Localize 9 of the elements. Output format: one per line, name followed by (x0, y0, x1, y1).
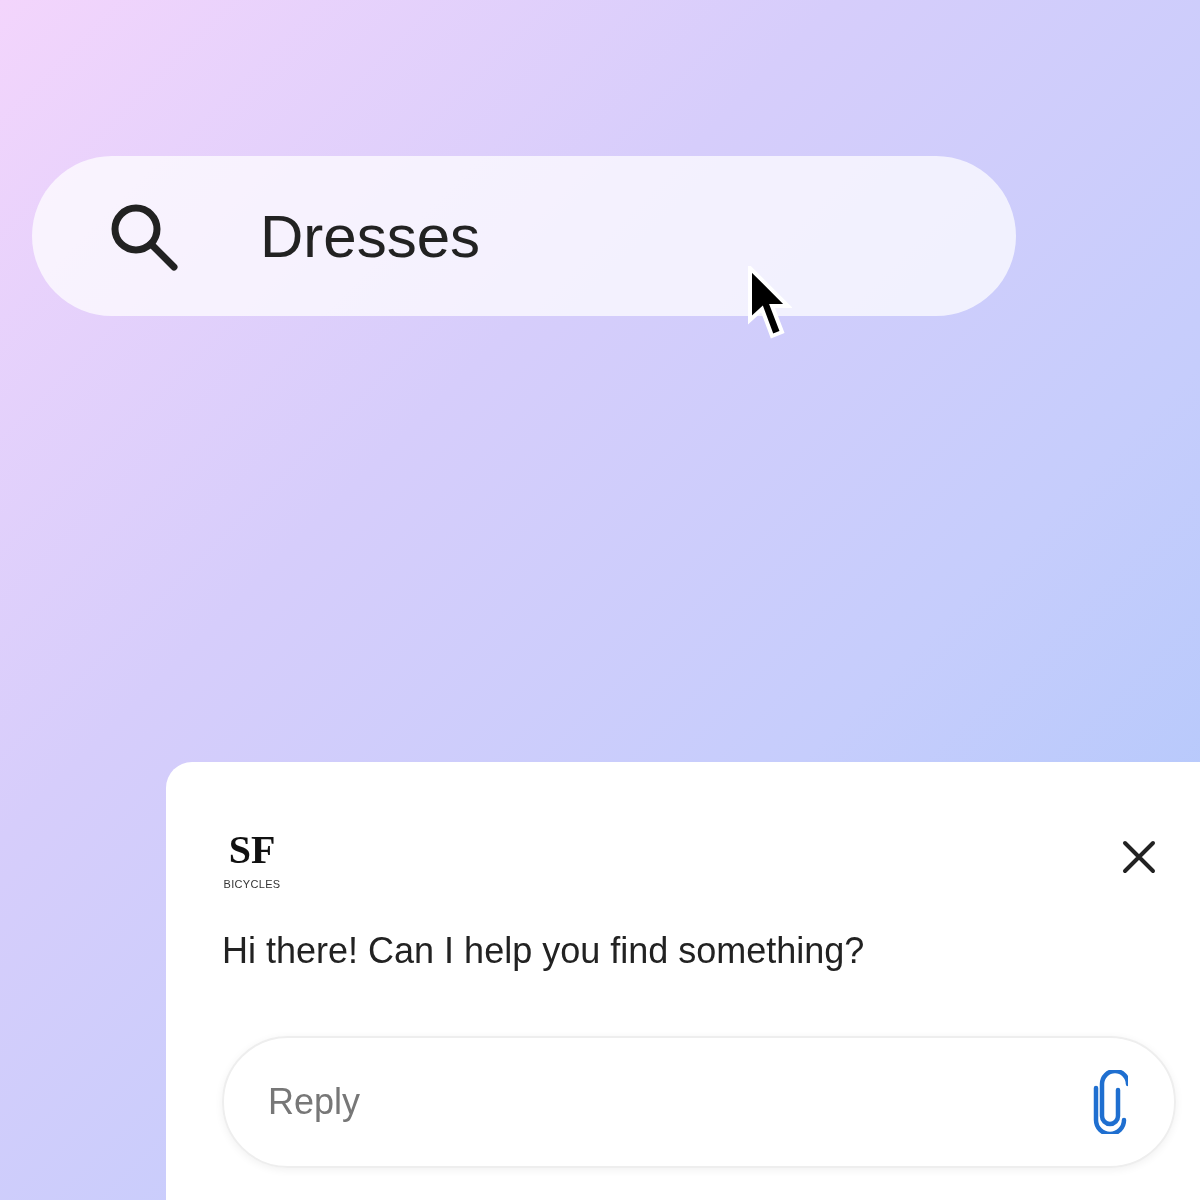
close-button[interactable] (1122, 840, 1156, 874)
logo: SF BICYCLES (222, 830, 282, 890)
reply-field[interactable]: Reply (268, 1081, 1092, 1123)
close-icon (1122, 840, 1156, 874)
search-field[interactable]: Dresses (260, 201, 860, 271)
search-bar[interactable]: Dresses (32, 156, 1016, 316)
reply-bar[interactable]: Reply (222, 1036, 1176, 1168)
paperclip-icon[interactable] (1092, 1070, 1128, 1134)
chat-message: Hi there! Can I help you find something? (222, 930, 866, 972)
